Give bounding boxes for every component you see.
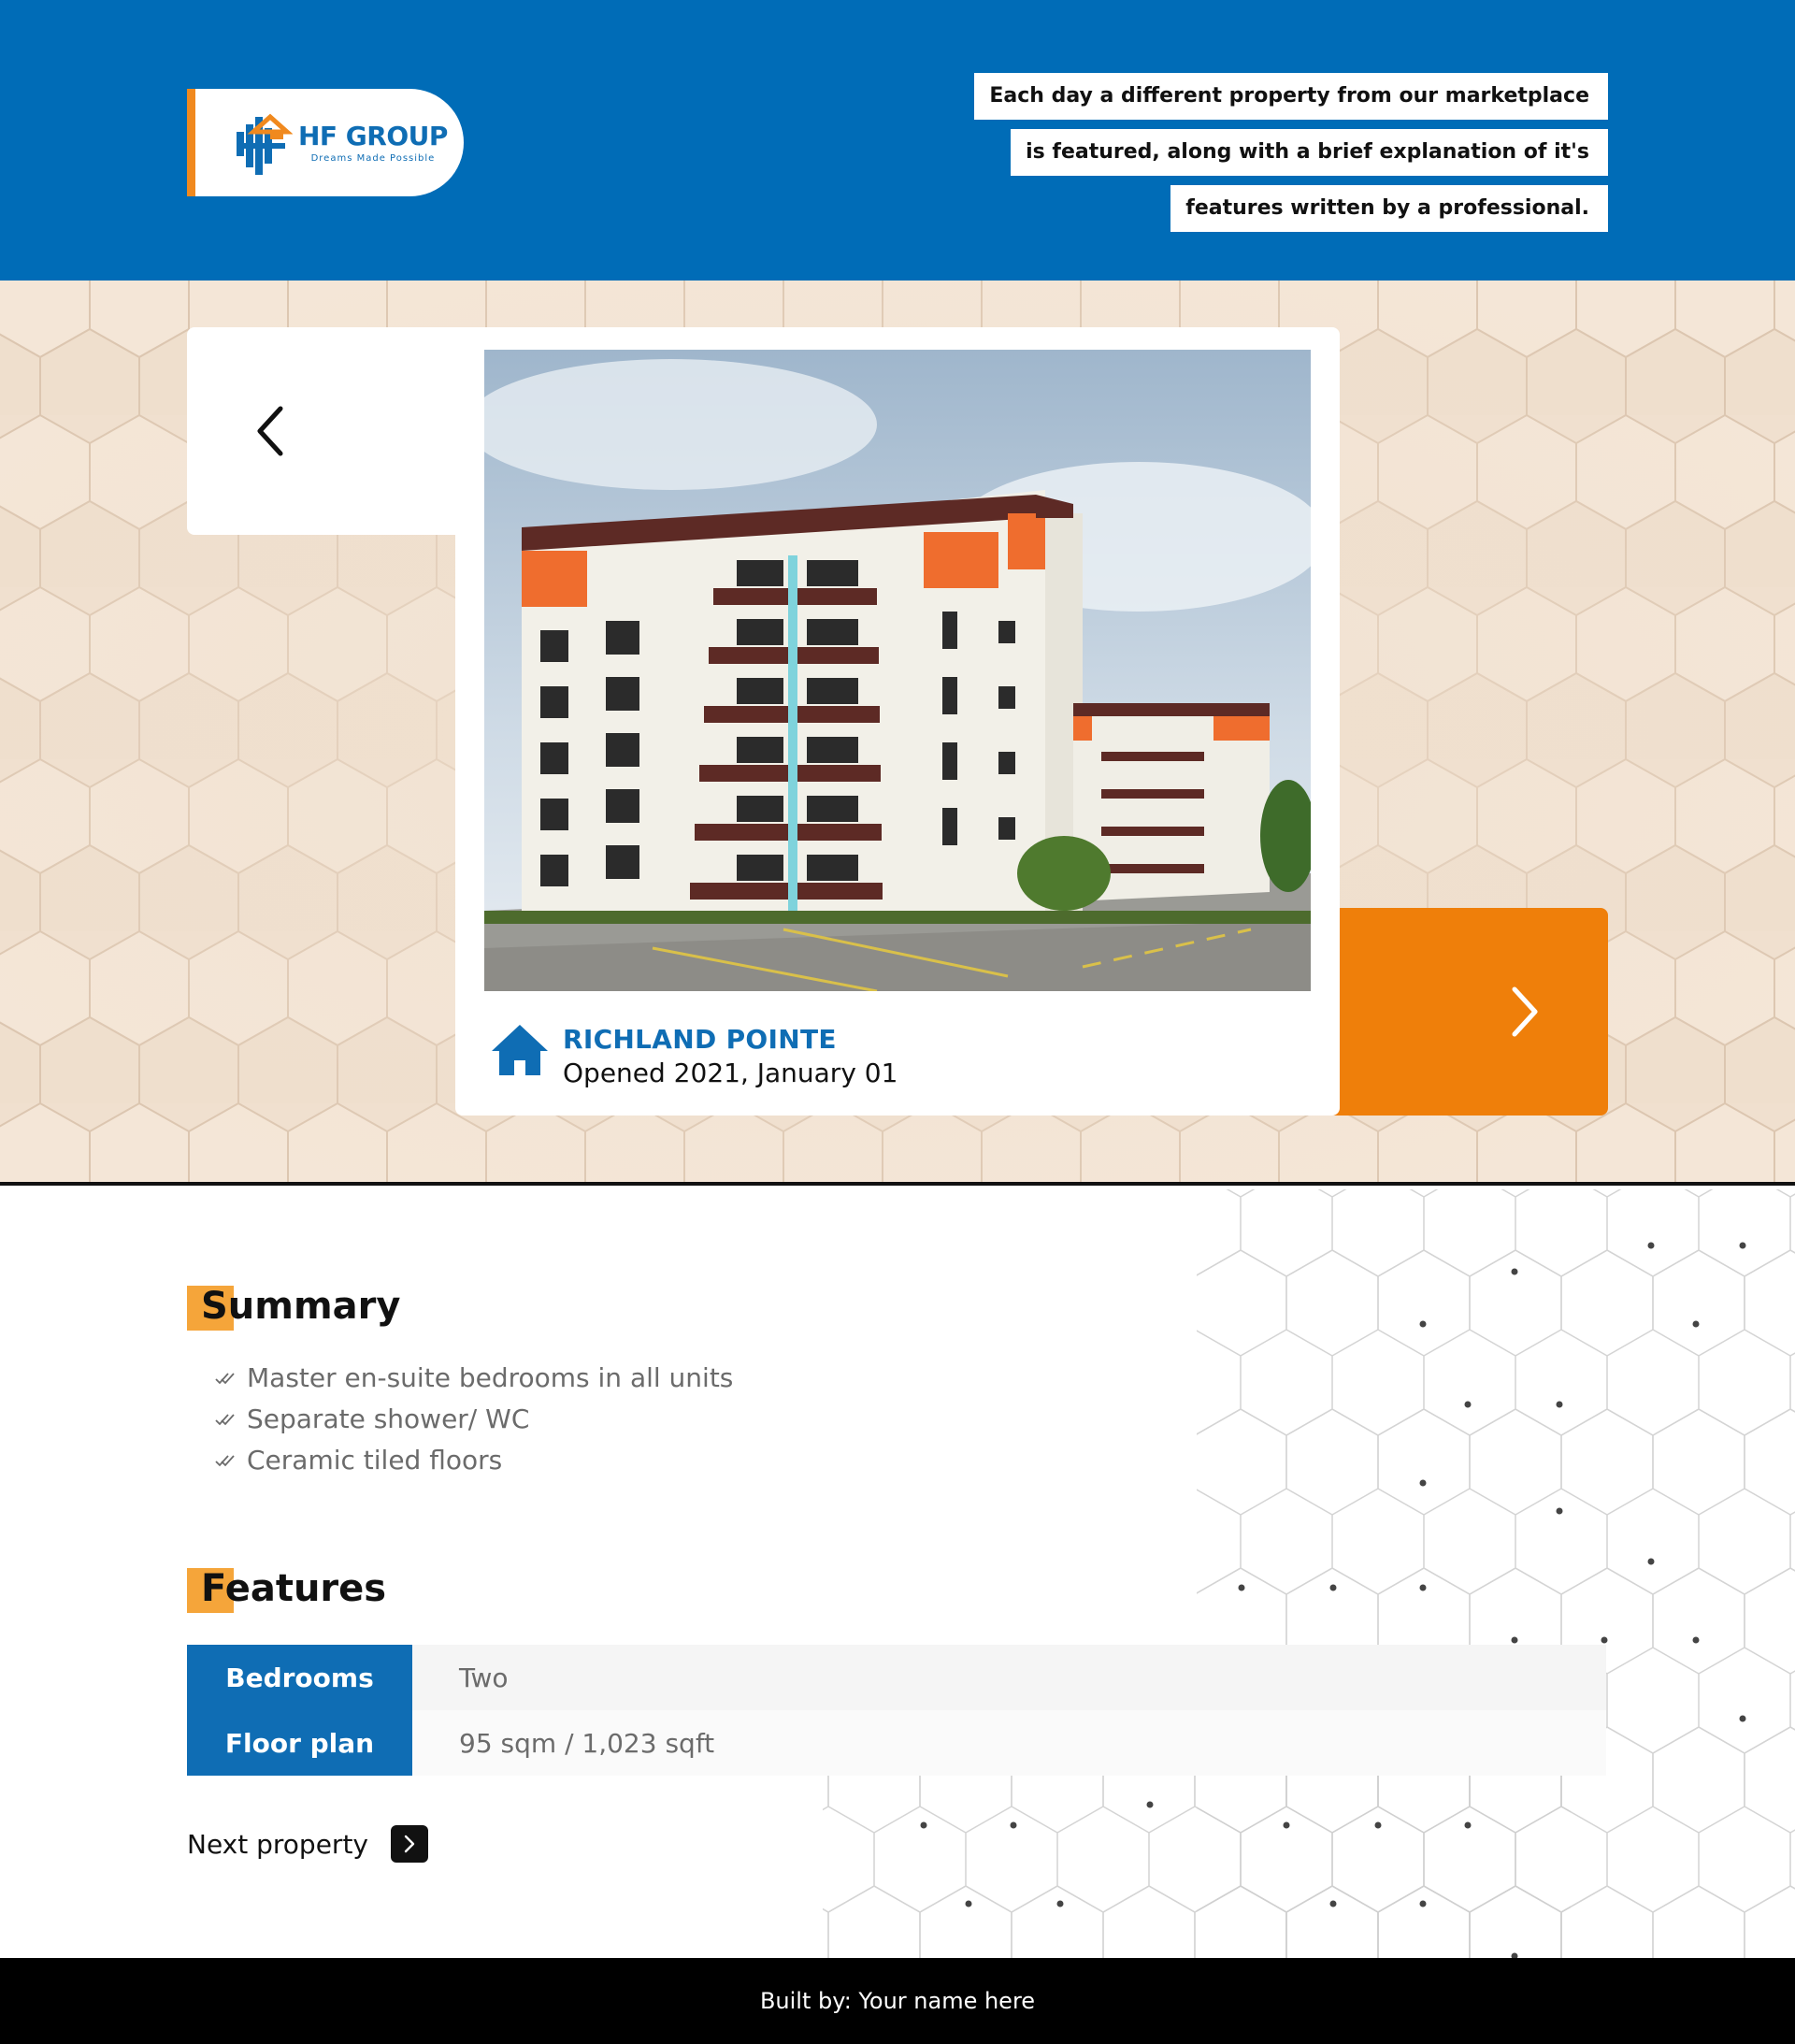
summary-heading: Summary [187,1283,400,1331]
features-heading: Features [187,1565,386,1613]
table-row: Bedrooms Two [187,1645,1606,1710]
hf-group-logo-mark-icon [233,111,294,175]
summary-item: Ceramic tiled floors [215,1440,733,1481]
next-property-link[interactable]: Next property [187,1825,428,1863]
chevron-left-icon [257,406,283,456]
double-check-icon [215,1414,235,1426]
property-card: RICHLAND POINTE Opened 2021, January 01 [455,327,1340,1116]
previous-property-button[interactable] [187,327,467,535]
logo-tagline: Dreams Made Possible [310,153,436,164]
tagline-line-1: Each day a different property from our m… [974,73,1608,120]
summary-list: Master en-suite bedrooms in all units Se… [215,1358,733,1481]
summary-item: Separate shower/ WC [215,1399,733,1440]
features-table: Bedrooms Two Floor plan 95 sqm / 1,023 s… [187,1645,1606,1776]
site-header: HF GROUP Dreams Made Possible Each day a… [0,0,1795,281]
tagline-line-2: is featured, along with a brief explanat… [1011,129,1608,176]
brand-logo[interactable]: HF GROUP Dreams Made Possible [187,89,464,196]
footer-credit: Built by: Your name here [759,1988,1036,2014]
property-name: RICHLAND POINTE [563,1024,837,1055]
logo-name: HF GROUP [298,121,448,151]
header-tagline: Each day a different property from our m… [974,73,1608,232]
property-carousel: RICHLAND POINTE Opened 2021, January 01 [0,281,1795,1186]
feature-key: Bedrooms [187,1645,412,1710]
next-property-label: Next property [187,1828,368,1860]
property-photo [484,350,1311,991]
double-check-icon [215,1373,235,1385]
next-property-small-button[interactable] [391,1825,428,1863]
chevron-right-icon [404,1835,415,1853]
site-footer: Built by: Your name here [0,1958,1795,2044]
property-details: Summary Master en-suite bedrooms in all … [0,1189,1795,1958]
table-row: Floor plan 95 sqm / 1,023 sqft [187,1710,1606,1776]
double-check-icon [215,1455,235,1467]
feature-value: Two [412,1645,1606,1710]
next-property-arrow-button[interactable] [1328,908,1608,1116]
feature-value: 95 sqm / 1,023 sqft [412,1710,1606,1776]
feature-key: Floor plan [187,1710,412,1776]
tagline-line-3: features written by a professional. [1170,185,1608,232]
chevron-right-icon [1512,986,1538,1037]
summary-item: Master en-suite bedrooms in all units [215,1358,733,1399]
house-icon [492,1025,548,1075]
property-opened-date: Opened 2021, January 01 [563,1058,898,1088]
